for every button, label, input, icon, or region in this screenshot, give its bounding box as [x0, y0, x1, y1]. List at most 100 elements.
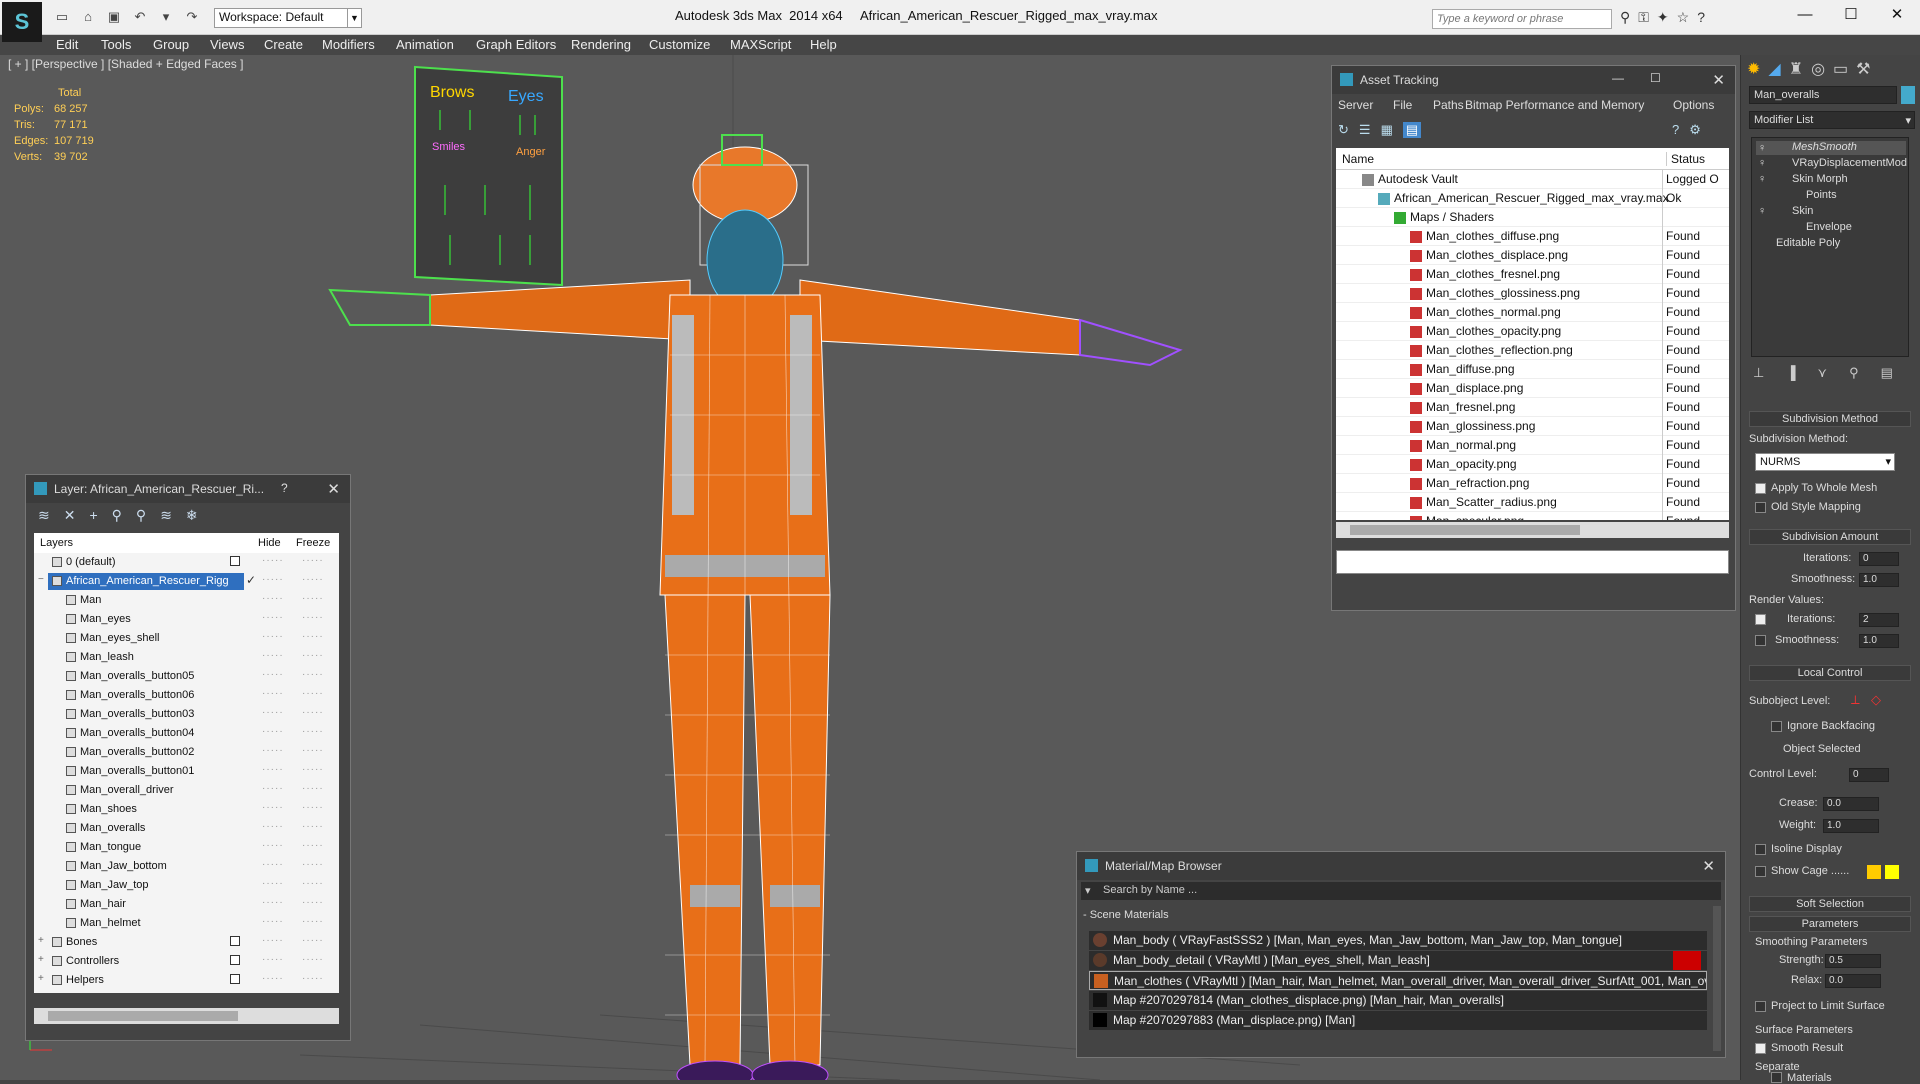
help-icon[interactable]: ? [1672, 122, 1679, 138]
asset-menu-paths[interactable]: Paths [1433, 98, 1464, 112]
expand-icon[interactable]: + [38, 954, 44, 965]
layer-row[interactable]: Man_leash ····· ····· [34, 648, 339, 667]
asset-row[interactable]: Man_clothes_opacity.png Found [1336, 322, 1729, 341]
layer-hide-checkbox[interactable] [230, 955, 240, 965]
menu-create[interactable]: Create [264, 37, 303, 52]
hide-toggle[interactable]: ····· [262, 669, 284, 680]
rollout-parameters[interactable]: Parameters [1749, 916, 1911, 932]
menu-group[interactable]: Group [153, 37, 189, 52]
menu-maxscript[interactable]: MAXScript [730, 37, 791, 52]
freeze-toggle[interactable]: ····· [302, 593, 324, 604]
pin-stack-icon[interactable]: ⊥ [1753, 365, 1764, 381]
freeze-toggle[interactable]: ····· [302, 650, 324, 661]
redo-icon[interactable]: ↷ [182, 8, 202, 26]
material-vscrollbar[interactable] [1713, 906, 1721, 1051]
menu-tools[interactable]: Tools [101, 37, 131, 52]
asset-row[interactable]: Man_diffuse.png Found [1336, 360, 1729, 379]
rollout-subdivision-amount[interactable]: Subdivision Amount [1749, 529, 1911, 545]
maximize-icon[interactable]: ☐ [1650, 71, 1661, 85]
asset-row[interactable]: Man_clothes_displace.png Found [1336, 246, 1729, 265]
hide-toggle[interactable]: ····· [262, 973, 284, 984]
configure-sets-icon[interactable]: ▤ [1881, 365, 1893, 381]
freeze-toggle[interactable]: ····· [302, 878, 324, 889]
freeze-toggle[interactable]: ····· [302, 935, 324, 946]
hide-toggle[interactable]: ····· [262, 688, 284, 699]
thumb-view-icon[interactable]: ▦ [1381, 122, 1393, 138]
layer-row[interactable]: Man_overalls_button02 ····· ····· [34, 743, 339, 762]
hide-toggle[interactable]: ····· [262, 878, 284, 889]
hide-toggle[interactable]: ····· [262, 555, 284, 566]
hide-toggle[interactable]: ····· [262, 650, 284, 661]
hierarchy-tab-icon[interactable]: ♜ [1789, 59, 1803, 79]
rollout-local-control[interactable]: Local Control [1749, 665, 1911, 681]
hide-toggle[interactable]: ····· [262, 574, 284, 585]
expand-icon[interactable]: + [38, 935, 44, 946]
render-smoothness-checkbox[interactable] [1755, 635, 1766, 646]
hide-toggle[interactable]: ····· [262, 764, 284, 775]
material-row[interactable]: Man_body_detail ( VRayMtl ) [Man_eyes_sh… [1089, 951, 1707, 970]
apply-whole-mesh-checkbox[interactable] [1755, 483, 1766, 494]
layer-row[interactable]: Man_overalls_button06 ····· ····· [34, 686, 339, 705]
col-hide[interactable]: Hide [258, 537, 281, 549]
weight-spinner[interactable]: 1.0 [1823, 819, 1879, 833]
render-iterations-checkbox[interactable] [1755, 614, 1766, 625]
freeze-toggle[interactable]: ····· [302, 973, 324, 984]
col-layers[interactable]: Layers [40, 537, 73, 549]
relax-spinner[interactable]: 0.0 [1825, 974, 1881, 988]
layer-hide-checkbox[interactable] [230, 974, 240, 984]
materials-checkbox[interactable] [1771, 1072, 1782, 1083]
asset-row[interactable]: Man_opacity.png Found [1336, 455, 1729, 474]
modify-tab-icon[interactable]: ◢ [1768, 59, 1780, 79]
hide-all-icon[interactable]: ≋ [160, 507, 172, 527]
layer-row[interactable]: Man_overalls_button01 ····· ····· [34, 762, 339, 781]
asset-row[interactable]: Man_clothes_fresnel.png Found [1336, 265, 1729, 284]
hide-toggle[interactable]: ····· [262, 916, 284, 927]
stack-item-editable-poly[interactable]: Editable Poly [1776, 237, 1840, 249]
layer-row[interactable]: Man_shoes ····· ····· [34, 800, 339, 819]
vertex-subobject-icon[interactable]: ⟂ [1851, 692, 1860, 708]
asset-row[interactable]: Man_glossiness.png Found [1336, 417, 1729, 436]
cage-selection-swatch[interactable] [1885, 865, 1899, 879]
freeze-toggle[interactable]: ····· [302, 783, 324, 794]
col-name[interactable]: Name [1342, 152, 1374, 166]
object-color-swatch[interactable] [1901, 86, 1915, 104]
smooth-result-checkbox[interactable] [1755, 1043, 1766, 1054]
stack-item-meshsmooth[interactable]: MeshSmooth [1792, 141, 1857, 153]
cage-color-swatch[interactable] [1867, 865, 1881, 879]
layer-row[interactable]: 0 (default) ····· ····· [34, 553, 339, 572]
layer-row[interactable]: Man_tongue ····· ····· [34, 838, 339, 857]
edge-subobject-icon[interactable]: ◇ [1871, 692, 1881, 708]
render-iterations-spinner[interactable]: 2 [1859, 613, 1899, 627]
layer-row[interactable]: + Bones ····· ····· [34, 933, 339, 952]
freeze-toggle[interactable]: ····· [302, 821, 324, 832]
utilities-tab-icon[interactable]: ⚒ [1856, 59, 1870, 79]
hide-toggle[interactable]: ····· [262, 631, 284, 642]
menu-modifiers[interactable]: Modifiers [322, 37, 375, 52]
material-row[interactable]: Map #2070297814 (Man_clothes_displace.pn… [1089, 991, 1707, 1010]
stack-item-vraydisplacement[interactable]: VRayDisplacementMod [1792, 157, 1907, 169]
freeze-toggle[interactable]: ····· [302, 802, 324, 813]
asset-menu-server[interactable]: Server [1338, 98, 1373, 112]
asset-menu-file[interactable]: File [1393, 98, 1412, 112]
freeze-toggle[interactable]: ····· [302, 707, 324, 718]
maximize-icon[interactable]: ☐ [1828, 0, 1874, 30]
bulb-icon[interactable]: ♀ [1758, 142, 1766, 154]
layer-row[interactable]: Man_eyes_shell ····· ····· [34, 629, 339, 648]
subdiv-method-select[interactable]: NURMS ▾ [1755, 453, 1895, 471]
freeze-toggle[interactable]: ····· [302, 555, 324, 566]
menu-customize[interactable]: Customize [649, 37, 710, 52]
expand-icon[interactable]: + [38, 973, 44, 984]
close-icon[interactable]: ✕ [327, 480, 340, 498]
layer-row[interactable]: − African_American_Rescuer_Rigg ✓ ····· ····… [34, 572, 339, 591]
hide-toggle[interactable]: ····· [262, 802, 284, 813]
settings-icon[interactable]: ⚙ [1689, 122, 1701, 138]
layer-row[interactable]: Man_overalls_button03 ····· ····· [34, 705, 339, 724]
layer-row[interactable]: Man_Jaw_bottom ····· ····· [34, 857, 339, 876]
undo-dropdown-icon[interactable]: ▾ [156, 8, 176, 26]
undo-icon[interactable]: ↶ [130, 8, 150, 26]
hide-toggle[interactable]: ····· [262, 707, 284, 718]
refresh-icon[interactable]: ↻ [1338, 122, 1349, 138]
key-icon[interactable]: ⚿ [1638, 9, 1649, 26]
asset-row[interactable]: African_American_Rescuer_Rigged_max_vray… [1336, 189, 1729, 208]
keyword-search-input[interactable]: Type a keyword or phrase [1432, 9, 1612, 29]
